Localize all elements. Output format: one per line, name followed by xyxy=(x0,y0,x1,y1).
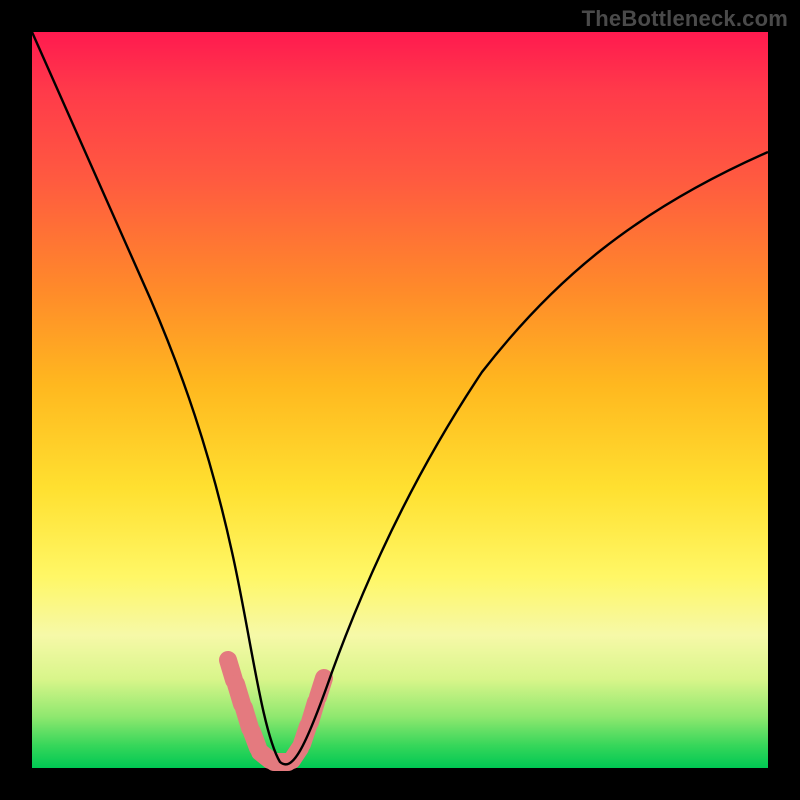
highlight-trough xyxy=(228,660,324,762)
chart-frame xyxy=(32,32,768,768)
chart-canvas xyxy=(32,32,768,768)
bottleneck-curve xyxy=(32,32,768,764)
watermark-text: TheBottleneck.com xyxy=(582,6,788,32)
